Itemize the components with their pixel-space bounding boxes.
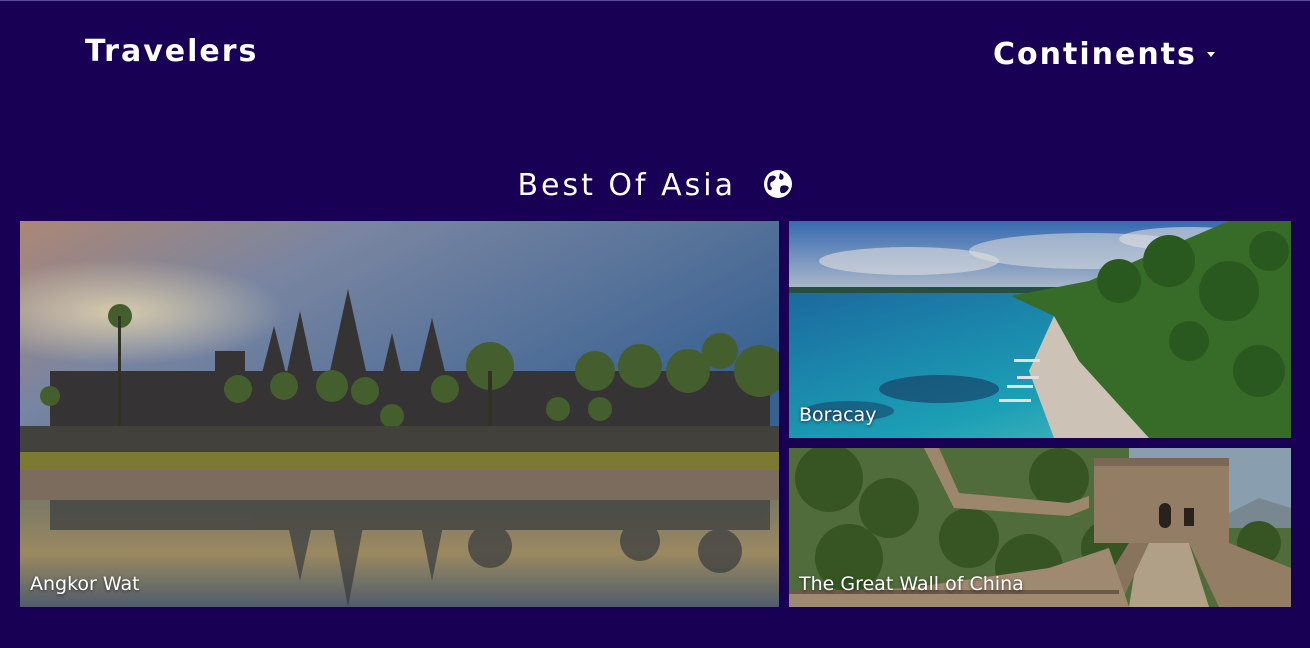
- destination-caption: Angkor Wat: [30, 573, 140, 595]
- image-overlay: [20, 221, 779, 607]
- destination-caption: The Great Wall of China: [799, 573, 1024, 595]
- continents-label: Continents: [993, 37, 1197, 72]
- chevron-down-icon: [1206, 52, 1215, 57]
- section-title: Best Of Asia: [517, 168, 736, 204]
- globe-icon: [763, 169, 793, 207]
- destination-card-great-wall-of-china[interactable]: The Great Wall of China: [789, 448, 1291, 607]
- top-border: [0, 0, 1310, 1]
- section-heading: Best Of Asia: [0, 168, 1310, 207]
- destination-card-boracay[interactable]: Boracay: [789, 221, 1291, 438]
- destination-caption: Boracay: [799, 404, 877, 426]
- continents-dropdown[interactable]: Continents: [993, 37, 1215, 72]
- brand-logo-link[interactable]: Travelers: [85, 34, 258, 69]
- destination-card-angkor-wat[interactable]: Angkor Wat: [20, 221, 779, 607]
